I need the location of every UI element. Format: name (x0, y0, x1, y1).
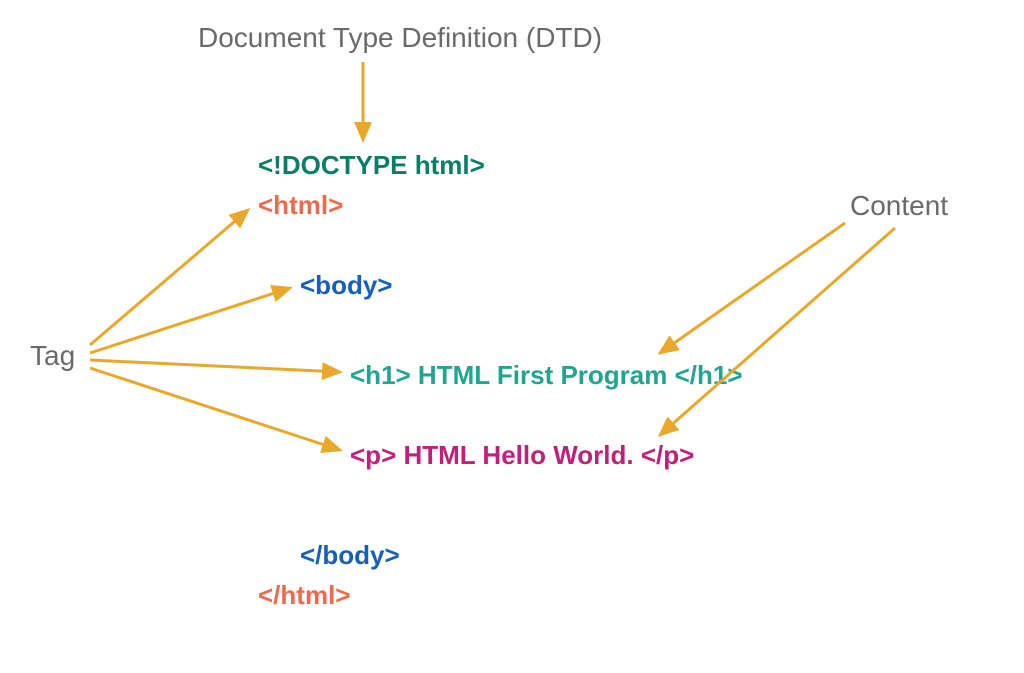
code-doctype: <!DOCTYPE html> (258, 150, 485, 181)
code-h1-line: <h1> HTML First Program </h1> (350, 360, 743, 391)
arrow-content-to-p (660, 228, 895, 435)
code-body-open: <body> (300, 270, 392, 301)
label-dtd: Document Type Definition (DTD) (198, 22, 602, 54)
arrow-content-to-h1 (660, 223, 845, 353)
arrow-tag-to-body (90, 288, 290, 353)
code-p-line: <p> HTML Hello World. </p> (350, 440, 694, 471)
label-content: Content (850, 190, 948, 222)
code-body-close: </body> (300, 540, 400, 571)
arrow-tag-to-h1 (90, 360, 340, 372)
label-tag: Tag (30, 340, 75, 372)
arrow-tag-to-p (90, 368, 340, 450)
code-html-open: <html> (258, 190, 343, 221)
code-html-close: </html> (258, 580, 350, 611)
diagram-arrows (0, 0, 1024, 673)
arrow-tag-to-html (90, 210, 248, 345)
